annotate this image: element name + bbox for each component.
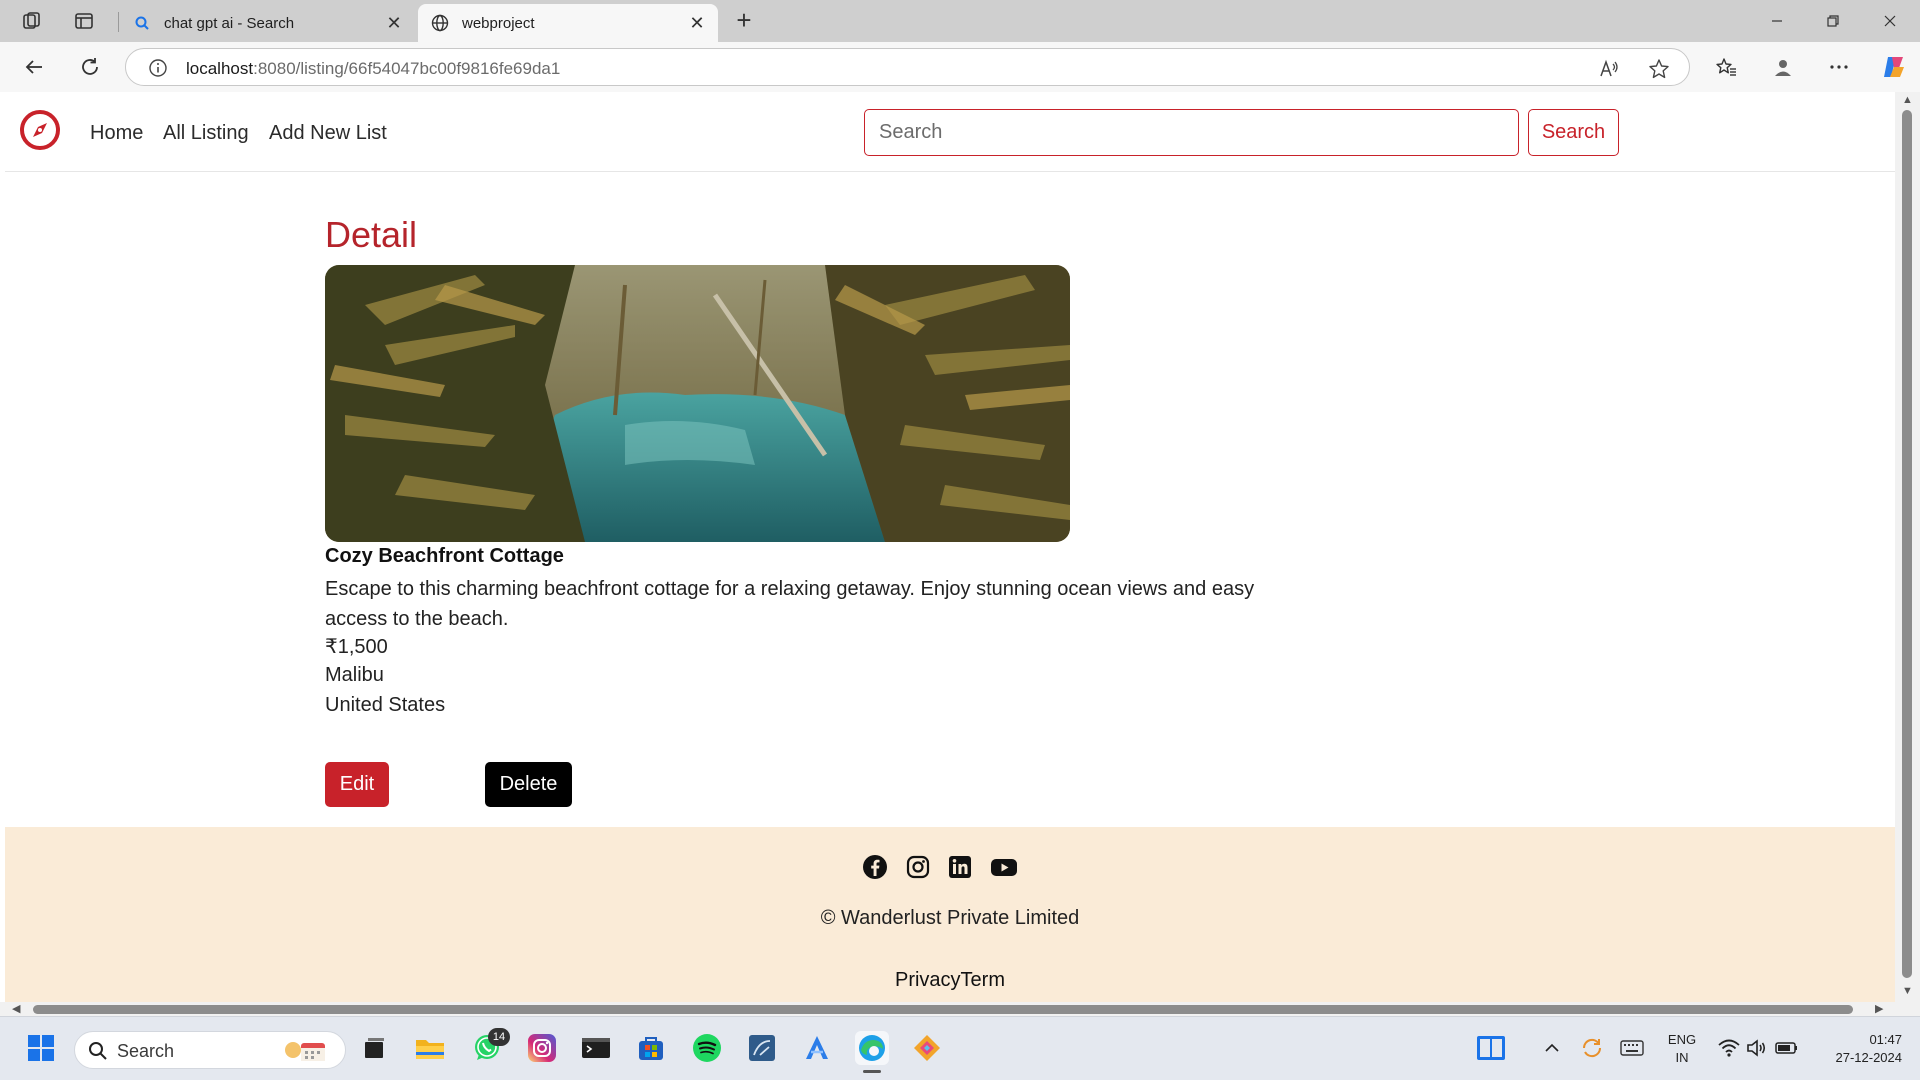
more-options-icon[interactable]: [1826, 54, 1852, 80]
nav-home-link[interactable]: Home: [90, 122, 143, 145]
horizontal-scroll-thumb[interactable]: [33, 1005, 1853, 1014]
task-view-icon[interactable]: [357, 1031, 391, 1065]
tab-webproject[interactable]: webproject ✕: [418, 4, 718, 42]
tab-actions-icon[interactable]: [72, 9, 96, 33]
search-input[interactable]: [864, 109, 1519, 156]
profile-icon[interactable]: [1770, 54, 1796, 80]
nav-all-listing-link[interactable]: All Listing: [163, 122, 249, 145]
favorites-icon[interactable]: [1713, 54, 1739, 80]
scroll-up-arrow-icon[interactable]: ▲: [1902, 94, 1913, 106]
clock[interactable]: 01:47 27-12-2024: [1806, 1031, 1903, 1067]
listing-description: Escape to this charming beachfront cotta…: [325, 578, 1255, 630]
file-explorer-icon[interactable]: [413, 1031, 447, 1065]
windows-start-icon[interactable]: [24, 1031, 58, 1065]
horizontal-scrollbar[interactable]: ◀ ▶: [0, 1002, 1920, 1016]
youtube-icon[interactable]: [990, 854, 1017, 880]
close-tab-icon[interactable]: ✕: [383, 12, 405, 34]
calendar-widget-icon: [281, 1037, 331, 1065]
page-viewport: Home All Listing Add New List Search Det…: [0, 92, 1920, 1016]
taskbar-search-box[interactable]: Search: [74, 1031, 346, 1069]
back-arrow-icon[interactable]: [21, 54, 47, 80]
browser-toolbar: localhost:8080/listing/66f54047bc00f9816…: [0, 42, 1920, 92]
listing-title: Cozy Beachfront Cottage: [325, 545, 564, 567]
listing-price: ₹1,500: [325, 636, 388, 658]
close-tab-icon[interactable]: ✕: [686, 12, 708, 34]
app-diamond-icon[interactable]: [910, 1031, 944, 1065]
scroll-down-arrow-icon[interactable]: ▼: [1902, 985, 1913, 997]
spotify-icon[interactable]: [690, 1031, 724, 1065]
keyboard-icon[interactable]: [1615, 1031, 1649, 1065]
page-title: Detail: [325, 214, 418, 255]
favorite-star-icon[interactable]: [1648, 58, 1670, 80]
bing-search-icon: [132, 13, 152, 33]
globe-icon: [430, 13, 450, 33]
whatsapp-notification-badge: 14: [488, 1028, 510, 1046]
new-tab-button[interactable]: +: [732, 7, 756, 33]
compass-logo-icon[interactable]: [19, 109, 61, 151]
edit-button[interactable]: Edit: [325, 762, 389, 807]
edge-browser-icon[interactable]: [855, 1031, 889, 1065]
mysql-workbench-icon[interactable]: [745, 1031, 779, 1065]
restore-button[interactable]: [1820, 8, 1846, 34]
listing-location: Malibu: [325, 664, 384, 686]
footer-privacy-term-link[interactable]: PrivacyTerm: [5, 969, 1895, 992]
refresh-icon[interactable]: [77, 54, 103, 80]
scroll-right-arrow-icon[interactable]: ▶: [1875, 1002, 1883, 1015]
tab-separator: [118, 12, 119, 32]
instagram-icon[interactable]: [905, 854, 931, 880]
close-window-button[interactable]: [1877, 8, 1903, 34]
site-footer: © Wanderlust Private Limited PrivacyTerm: [5, 827, 1895, 1002]
search-button[interactable]: Search: [1528, 109, 1619, 156]
url-text: localhost:8080/listing/66f54047bc00f9816…: [186, 59, 561, 78]
widgets-panel-icon[interactable]: [1474, 1031, 1508, 1065]
listing-country: United States: [325, 694, 446, 716]
nav-add-new-list-link[interactable]: Add New List: [269, 122, 387, 145]
taskbar-search-label: Search: [117, 1041, 175, 1061]
scroll-left-arrow-icon[interactable]: ◀: [12, 1002, 20, 1015]
browser-tab-strip: chat gpt ai - Search ✕ webproject ✕ +: [0, 0, 1920, 42]
facebook-icon[interactable]: [862, 854, 888, 880]
sync-status-icon[interactable]: [1575, 1031, 1609, 1065]
linkedin-icon[interactable]: [947, 854, 973, 880]
search-icon: [88, 1041, 108, 1061]
volume-icon[interactable]: [1740, 1031, 1774, 1065]
site-navbar: Home All Listing Add New List Search: [5, 92, 1895, 172]
vertical-scrollbar[interactable]: ▲ ▼: [1895, 92, 1920, 1002]
app-a-icon[interactable]: [800, 1031, 834, 1065]
listing-image: [325, 265, 1070, 542]
workspaces-icon[interactable]: [20, 9, 44, 33]
tab-title: chat gpt ai - Search: [164, 14, 295, 32]
minimize-button[interactable]: [1764, 8, 1790, 34]
terminal-icon[interactable]: [579, 1031, 613, 1065]
chevron-up-icon[interactable]: [1535, 1031, 1569, 1065]
instagram-app-icon[interactable]: [525, 1031, 559, 1065]
active-app-indicator: [863, 1070, 881, 1073]
tab-chat-gpt-search[interactable]: chat gpt ai - Search ✕: [120, 4, 415, 42]
copilot-icon[interactable]: [1881, 54, 1907, 80]
language-indicator[interactable]: ENG IN: [1664, 1031, 1700, 1067]
address-bar[interactable]: localhost:8080/listing/66f54047bc00f9816…: [125, 48, 1690, 86]
delete-button[interactable]: Delete: [485, 762, 572, 807]
vertical-scroll-thumb[interactable]: [1902, 110, 1912, 978]
footer-copyright: © Wanderlust Private Limited: [820, 907, 1080, 929]
battery-icon[interactable]: [1770, 1031, 1804, 1065]
microsoft-store-icon[interactable]: [634, 1031, 668, 1065]
read-aloud-icon[interactable]: [1598, 58, 1620, 80]
site-info-icon[interactable]: [148, 58, 168, 78]
tab-title: webproject: [462, 14, 535, 32]
